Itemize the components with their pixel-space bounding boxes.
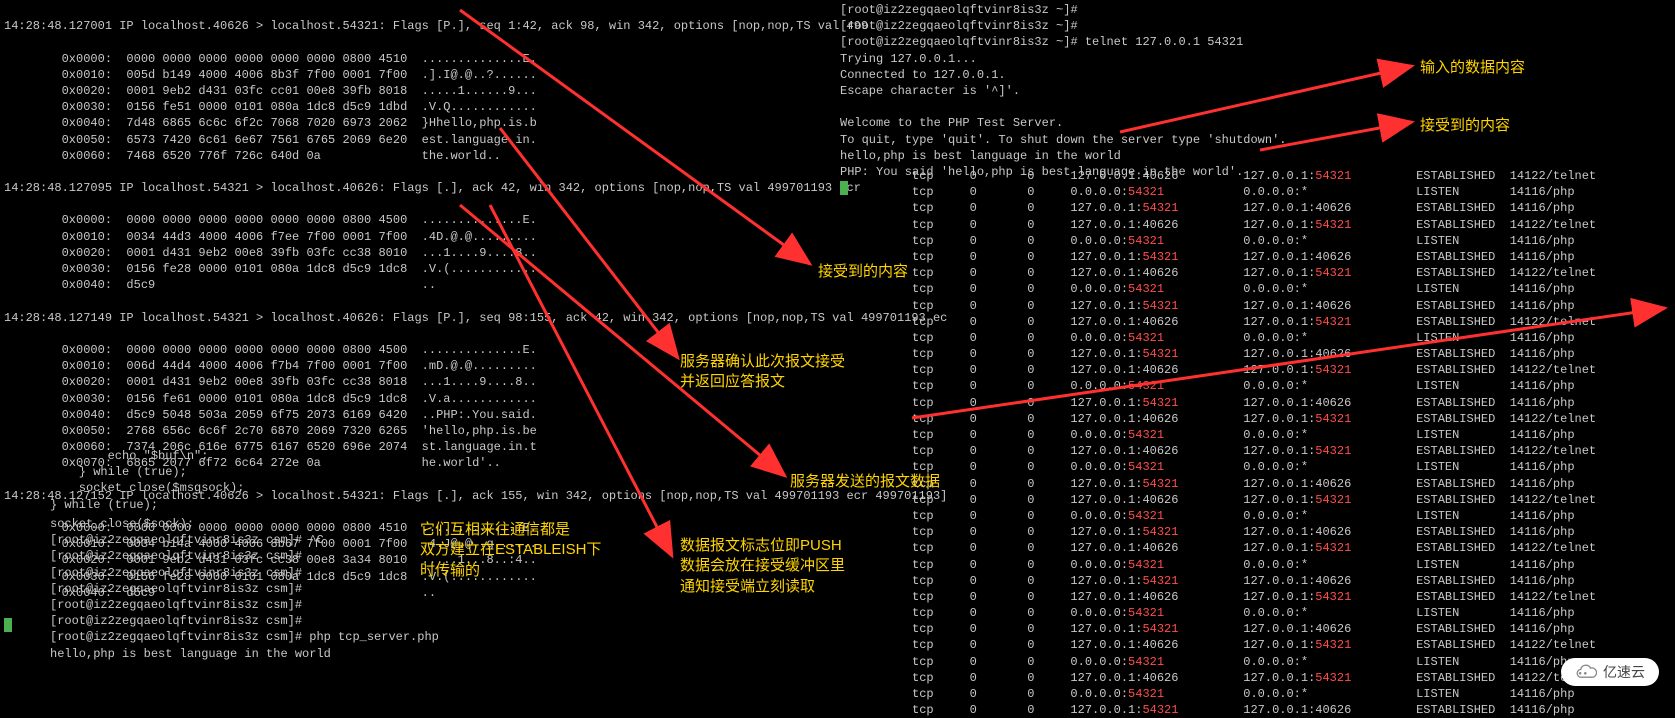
packet2-header: 14:28:48.127095 IP localhost.54321 > loc… bbox=[4, 181, 861, 195]
netstat-output: tcp 0 0 127.0.0.1:40626 127.0.0.1:54321 … bbox=[912, 168, 1596, 718]
annotation-established: 它们互相来往通信都是 双方建立在ESTABLEISH下 时传输的 bbox=[420, 520, 601, 581]
annotation-input-data: 输入的数据内容 bbox=[1420, 58, 1525, 78]
annotation-server-sent: 服务器发送的报文数据 bbox=[790, 472, 940, 492]
php-source-code: echo "$buf\n"; } while (true); socket_cl… bbox=[50, 448, 244, 513]
annotation-received-data-1: 接受到的内容 bbox=[1420, 116, 1510, 136]
watermark-text: 亿速云 bbox=[1603, 663, 1645, 682]
annotation-received-data-2: 接受到的内容 bbox=[818, 262, 908, 282]
annotation-push-flag: 数据报文标志位即PUSH 数据会放在接受缓冲区里 通知接受端立刻读取 bbox=[680, 536, 845, 597]
annotation-server-ack: 服务器确认此次报文接受 并返回应答报文 bbox=[680, 352, 845, 393]
packet3-header: 14:28:48.127149 IP localhost.54321 > loc… bbox=[4, 311, 947, 325]
terminal-cursor bbox=[4, 618, 12, 632]
packet2-hex: 0x0000: 0000 0000 0000 0000 0000 0000 08… bbox=[4, 213, 537, 292]
watermark-logo: 亿速云 bbox=[1561, 658, 1659, 686]
packet1-header: 14:28:48.127001 IP localhost.40626 > loc… bbox=[4, 19, 868, 33]
packet1-hex: 0x0000: 0000 0000 0000 0000 0000 0000 08… bbox=[4, 52, 537, 163]
shell-output[interactable]: socket_close($sock); [root@iz2zegqaeolqf… bbox=[50, 516, 439, 662]
